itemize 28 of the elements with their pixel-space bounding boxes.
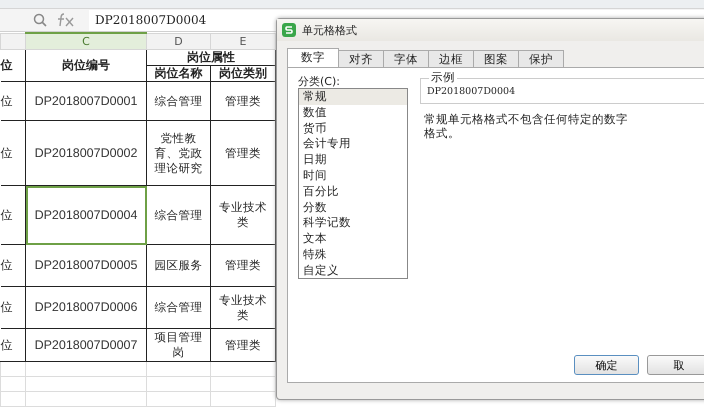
table-cell: 专业技术类: [219, 200, 267, 229]
table-cell: 管理类: [225, 94, 261, 108]
table-cell: 管理类: [225, 338, 261, 352]
table-header: 岗位编号: [62, 58, 110, 72]
table-header: 岗位属性: [187, 50, 235, 64]
table-cell: 位: [0, 208, 12, 222]
table-cell: 综合管理: [154, 94, 202, 108]
table-cell: 管理类: [225, 146, 261, 160]
sample-label: 示例: [429, 70, 457, 85]
table-cell: 综合管理: [154, 300, 202, 314]
sample-value: DP2018007D0004: [427, 86, 516, 96]
table-cell: 位: [0, 94, 12, 108]
dialog-title: 单元格格式: [302, 22, 357, 38]
table-cell: 党性教育、党政理论研究: [154, 130, 202, 174]
table-cell: 位: [0, 146, 12, 160]
table-cell: 综合管理: [154, 208, 202, 222]
description-text: 常规单元格格式不包含任何特定的数字格式。: [424, 112, 629, 140]
table-header: 岗位名称: [154, 66, 202, 80]
table-header: 岗位类别: [219, 66, 267, 80]
table-cell: 项目管理岗: [154, 330, 202, 359]
table-cell: 位: [0, 300, 12, 314]
table-cell: 位: [0, 258, 12, 272]
table-cell: 专业技术类: [219, 292, 267, 322]
table-cell: 管理类: [225, 258, 261, 272]
category-label: 分类(C):: [298, 74, 341, 88]
table-cell: 园区服务: [154, 258, 202, 272]
table-cell: 位: [0, 338, 12, 352]
table-header: 位: [0, 58, 12, 72]
